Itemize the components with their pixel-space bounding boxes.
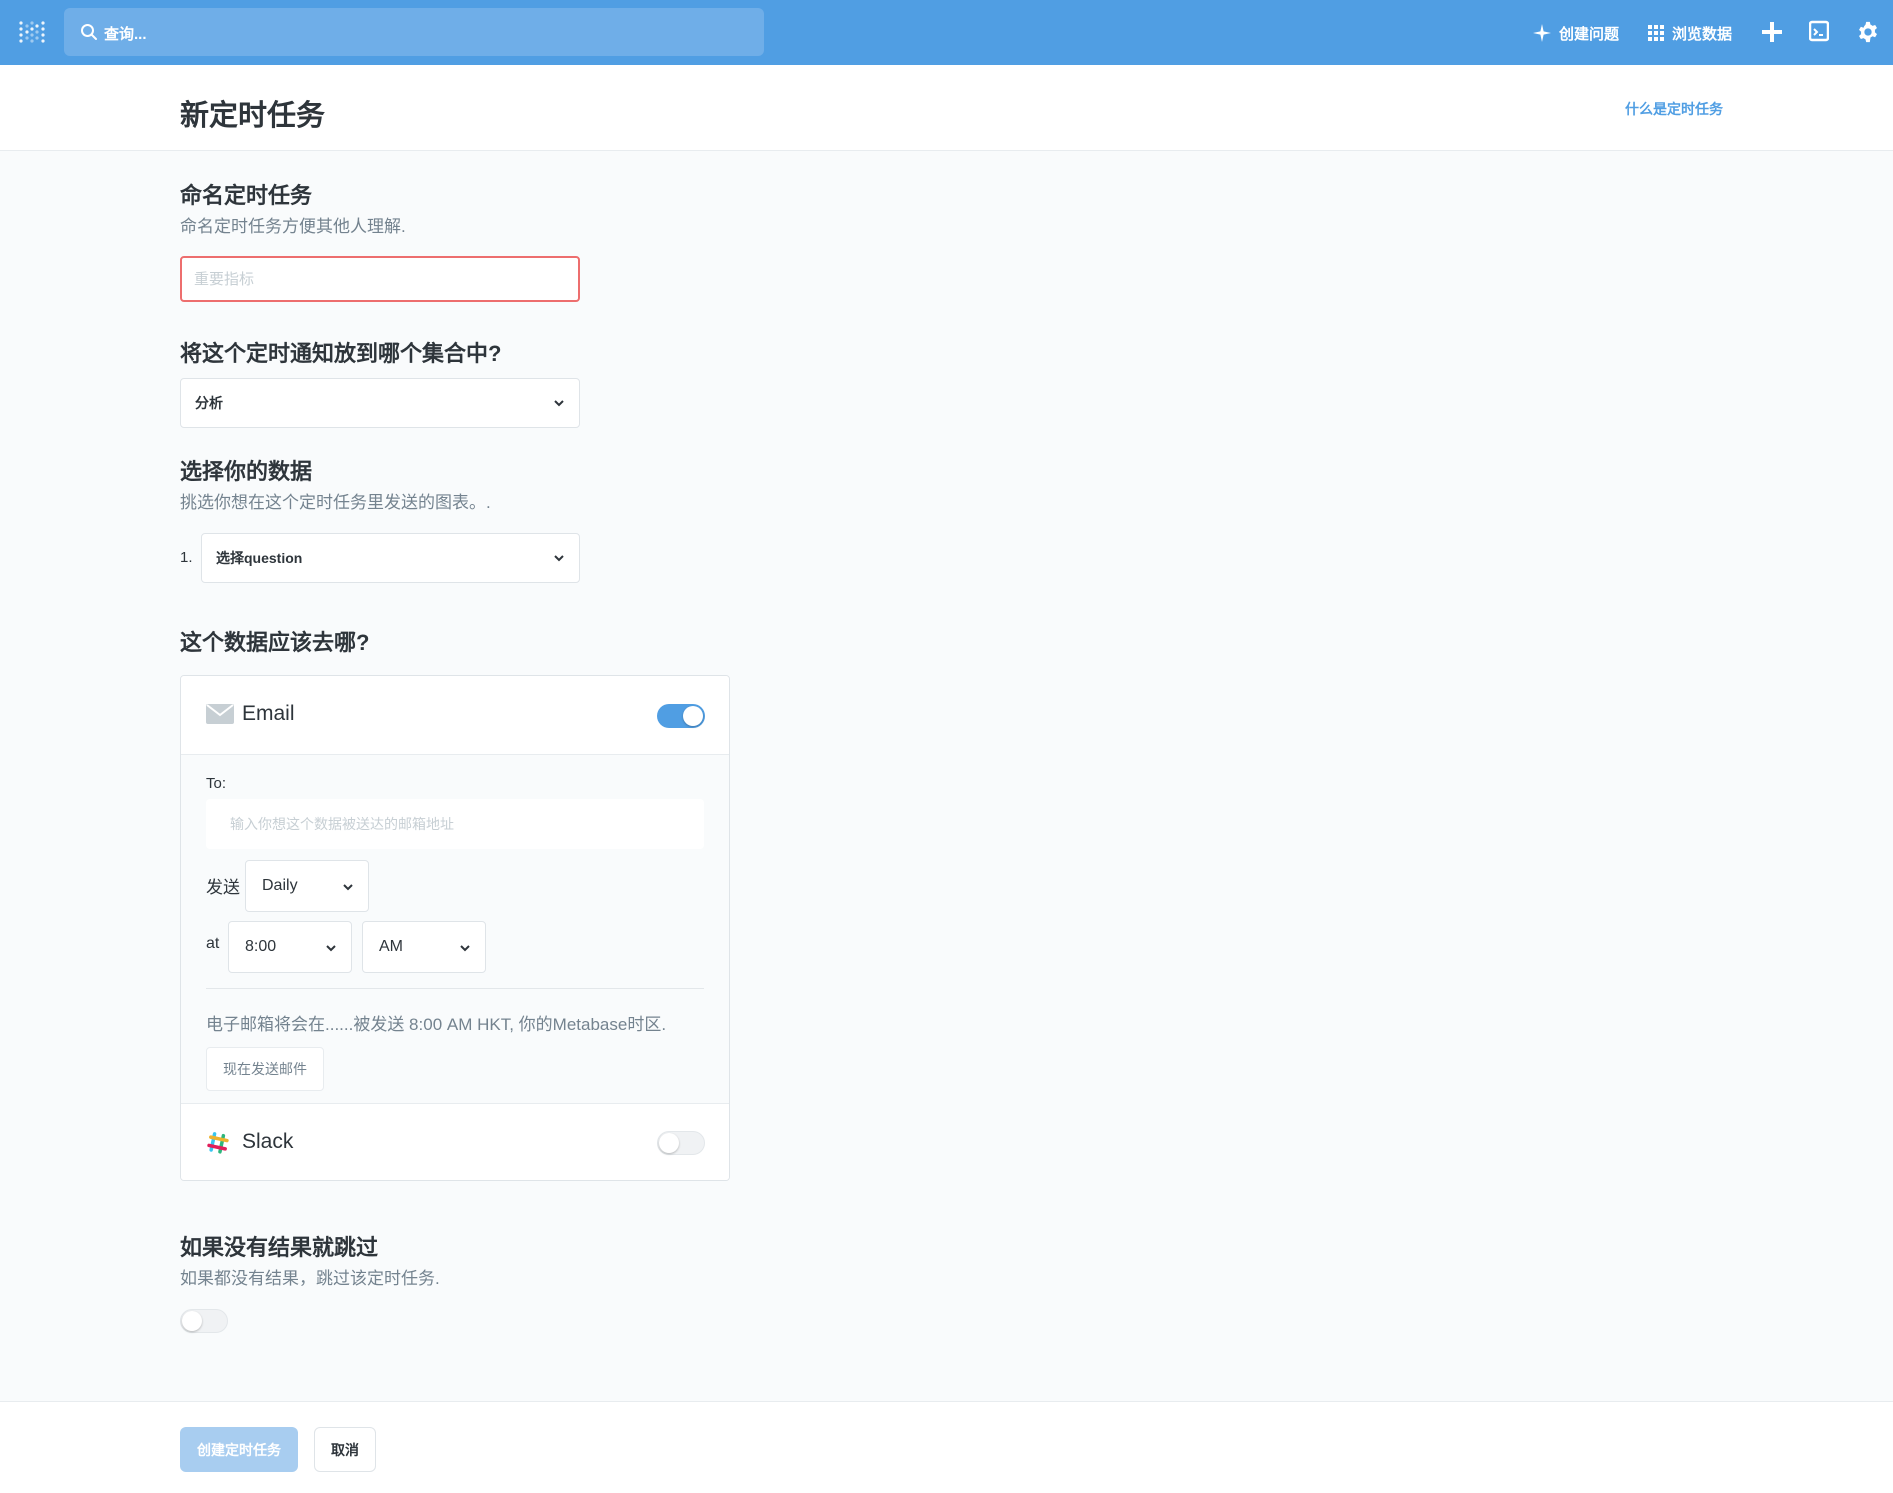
data-section-description: 挑选你想在这个定时任务里发送的图表。. xyxy=(180,493,491,512)
divider xyxy=(206,988,704,989)
slack-icon xyxy=(207,1132,229,1154)
chevron-down-icon xyxy=(554,555,564,562)
toggle-knob xyxy=(182,1311,202,1331)
slack-channel-label: Slack xyxy=(242,1130,294,1153)
browse-data-button[interactable]: 浏览数据 xyxy=(1648,20,1732,46)
skip-if-empty-toggle[interactable] xyxy=(180,1309,228,1333)
sparkle-icon xyxy=(1533,24,1551,42)
sql-editor-icon[interactable] xyxy=(1809,20,1829,42)
to-label: To: xyxy=(206,775,227,792)
send-email-now-button[interactable]: 现在发送邮件 xyxy=(206,1047,324,1091)
plus-icon[interactable] xyxy=(1761,20,1783,44)
create-pulse-button[interactable]: 创建定时任务 xyxy=(180,1427,298,1472)
search-bar[interactable]: 查询... xyxy=(64,8,764,56)
channels-card: Email To: 发送 Daily at 8:00 AM xyxy=(180,675,730,1181)
page-title: 新定时任务 xyxy=(180,100,326,132)
collection-select-value: 分析 xyxy=(195,395,223,411)
mail-icon xyxy=(206,704,234,724)
footer-actions: 创建定时任务 取消 xyxy=(0,1401,1893,1493)
chevron-down-icon xyxy=(343,884,353,891)
schedule-note: 电子邮箱将会在......被发送 8:00 AM HKT, 你的Metabase… xyxy=(206,1015,667,1034)
question-select[interactable]: 选择question xyxy=(201,533,580,583)
page-header: 新定时任务 什么是定时任务 xyxy=(0,65,1893,151)
create-question-label: 创建问题 xyxy=(1559,25,1620,43)
time-select[interactable]: 8:00 xyxy=(228,921,352,973)
pulse-name-input[interactable] xyxy=(180,256,580,302)
metabase-logo-icon[interactable] xyxy=(18,20,46,44)
cancel-button[interactable]: 取消 xyxy=(314,1427,376,1472)
slack-channel-header: Slack xyxy=(181,1104,729,1180)
toggle-knob xyxy=(659,1133,679,1153)
frequency-select[interactable]: Daily xyxy=(245,860,369,912)
time-value: 8:00 xyxy=(245,938,277,955)
chevron-down-icon xyxy=(460,945,470,952)
ampm-select[interactable]: AM xyxy=(362,921,486,973)
name-section-description: 命名定时任务方便其他人理解. xyxy=(180,217,406,236)
data-section-title: 选择你的数据 xyxy=(180,459,313,484)
search-icon xyxy=(81,24,97,40)
skip-section-title: 如果没有结果就跳过 xyxy=(180,1235,379,1260)
collection-section-title: 将这个定时通知放到哪个集合中? xyxy=(180,341,502,366)
email-toggle[interactable] xyxy=(657,704,705,728)
top-navbar: 查询... 创建问题 浏览数据 xyxy=(0,0,1893,65)
destination-section-title: 这个数据应该去哪? xyxy=(180,630,370,655)
create-question-button[interactable]: 创建问题 xyxy=(1533,20,1619,46)
collection-select[interactable]: 分析 xyxy=(180,378,580,428)
recipient-input[interactable] xyxy=(206,799,704,849)
help-link[interactable]: 什么是定时任务 xyxy=(1625,99,1723,119)
email-channel-header: Email xyxy=(181,676,729,754)
chevron-down-icon xyxy=(554,400,564,407)
chevron-down-icon xyxy=(326,945,336,952)
email-channel-label: Email xyxy=(242,702,295,725)
search-placeholder: 查询... xyxy=(104,26,147,43)
skip-section-description: 如果都没有结果，跳过该定时任务. xyxy=(180,1269,440,1288)
toggle-knob xyxy=(683,706,703,726)
ampm-value: AM xyxy=(379,938,403,955)
browse-data-label: 浏览数据 xyxy=(1672,25,1733,43)
question-select-value: 选择question xyxy=(216,550,303,566)
gear-icon[interactable] xyxy=(1857,20,1879,44)
grid-icon xyxy=(1648,25,1664,41)
at-label: at xyxy=(206,935,220,952)
send-label: 发送 xyxy=(206,878,240,897)
slack-toggle[interactable] xyxy=(657,1131,705,1155)
frequency-value: Daily xyxy=(262,877,298,894)
name-section-title: 命名定时任务 xyxy=(180,183,313,208)
card-item-number: 1. xyxy=(180,549,193,566)
email-settings: To: 发送 Daily at 8:00 AM 电子邮箱将会在......被发送… xyxy=(181,754,729,1104)
